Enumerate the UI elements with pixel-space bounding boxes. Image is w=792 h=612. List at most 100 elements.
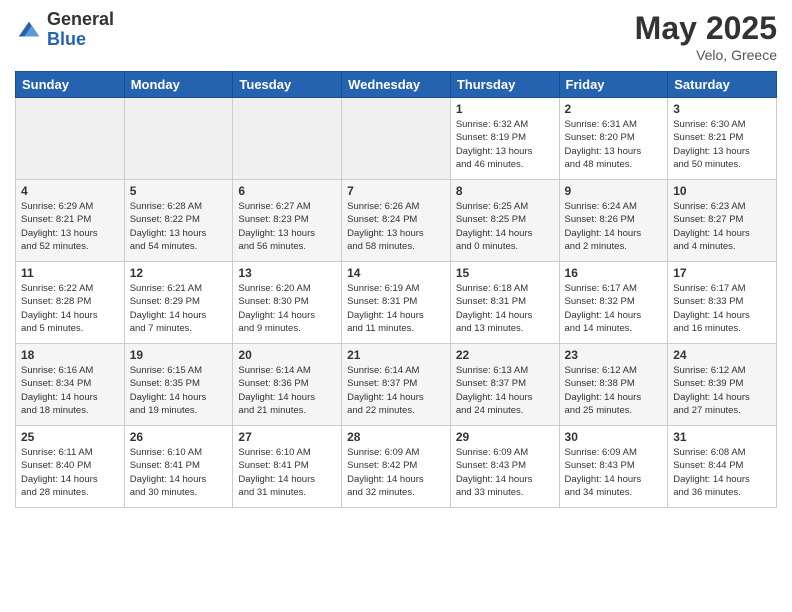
day-info: Sunrise: 6:12 AM Sunset: 8:39 PM Dayligh… — [673, 364, 771, 417]
day-number: 23 — [565, 348, 663, 362]
day-info: Sunrise: 6:31 AM Sunset: 8:20 PM Dayligh… — [565, 118, 663, 171]
calendar-cell: 30Sunrise: 6:09 AM Sunset: 8:43 PM Dayli… — [559, 426, 668, 508]
calendar-cell: 16Sunrise: 6:17 AM Sunset: 8:32 PM Dayli… — [559, 262, 668, 344]
logo-text: General Blue — [47, 10, 114, 50]
calendar-cell: 5Sunrise: 6:28 AM Sunset: 8:22 PM Daylig… — [124, 180, 233, 262]
day-number: 14 — [347, 266, 445, 280]
day-info: Sunrise: 6:08 AM Sunset: 8:44 PM Dayligh… — [673, 446, 771, 499]
day-number: 19 — [130, 348, 228, 362]
day-number: 17 — [673, 266, 771, 280]
day-info: Sunrise: 6:09 AM Sunset: 8:43 PM Dayligh… — [456, 446, 554, 499]
calendar-cell: 1Sunrise: 6:32 AM Sunset: 8:19 PM Daylig… — [450, 98, 559, 180]
day-info: Sunrise: 6:27 AM Sunset: 8:23 PM Dayligh… — [238, 200, 336, 253]
calendar-cell: 2 Sunrise: 6:31 AM Sunset: 8:20 PM Daylig… — [559, 98, 668, 180]
day-number: 11 — [21, 266, 119, 280]
title-block: May 2025 Velo, Greece — [635, 10, 777, 63]
day-number: 24 — [673, 348, 771, 362]
calendar-cell: 11 Sunrise: 6:22 AM Sunset: 8:28 PM Dayli… — [16, 262, 125, 344]
calendar-cell: 29 Sunrise: 6:09 AM Sunset: 8:43 PM Dayli… — [450, 426, 559, 508]
calendar-week-5: 25 Sunrise: 6:11 AM Sunset: 8:40 PM Dayli… — [16, 426, 777, 508]
col-friday: Friday — [559, 72, 668, 98]
day-number: 22 — [456, 348, 554, 362]
day-number: 12 — [130, 266, 228, 280]
day-number: 18 — [21, 348, 119, 362]
day-number: 16 — [565, 266, 663, 280]
header: General Blue May 2025 Velo, Greece — [15, 10, 777, 63]
col-monday: Monday — [124, 72, 233, 98]
calendar-week-3: 11 Sunrise: 6:22 AM Sunset: 8:28 PM Dayli… — [16, 262, 777, 344]
calendar-cell: 27 Sunrise: 6:10 AM Sunset: 8:41 PM Dayli… — [233, 426, 342, 508]
location-subtitle: Velo, Greece — [635, 47, 777, 63]
logo-general-text: General — [47, 10, 114, 30]
calendar-cell: 7Sunrise: 6:26 AM Sunset: 8:24 PM Daylig… — [342, 180, 451, 262]
day-number: 25 — [21, 430, 119, 444]
calendar-cell: 25 Sunrise: 6:11 AM Sunset: 8:40 PM Dayli… — [16, 426, 125, 508]
calendar-cell: 17 Sunrise: 6:17 AM Sunset: 8:33 PM Dayli… — [668, 262, 777, 344]
col-tuesday: Tuesday — [233, 72, 342, 98]
calendar-week-4: 18 Sunrise: 6:16 AM Sunset: 8:34 PM Dayli… — [16, 344, 777, 426]
calendar-cell: 21 Sunrise: 6:14 AM Sunset: 8:37 PM Dayli… — [342, 344, 451, 426]
page: General Blue May 2025 Velo, Greece Sunda… — [0, 0, 792, 612]
day-info: Sunrise: 6:26 AM Sunset: 8:24 PM Dayligh… — [347, 200, 445, 253]
day-number: 4 — [21, 184, 119, 198]
day-number: 3 — [673, 102, 771, 116]
day-info: Sunrise: 6:17 AM Sunset: 8:33 PM Dayligh… — [673, 282, 771, 335]
calendar-cell: 4 Sunrise: 6:29 AM Sunset: 8:21 PM Daylig… — [16, 180, 125, 262]
day-number: 21 — [347, 348, 445, 362]
calendar-cell — [16, 98, 125, 180]
day-info: Sunrise: 6:09 AM Sunset: 8:42 PM Dayligh… — [347, 446, 445, 499]
day-info: Sunrise: 6:28 AM Sunset: 8:22 PM Dayligh… — [130, 200, 228, 253]
day-info: Sunrise: 6:18 AM Sunset: 8:31 PM Dayligh… — [456, 282, 554, 335]
day-number: 2 — [565, 102, 663, 116]
day-number: 1 — [456, 102, 554, 116]
day-info: Sunrise: 6:12 AM Sunset: 8:38 PM Dayligh… — [565, 364, 663, 417]
calendar-cell: 3 Sunrise: 6:30 AM Sunset: 8:21 PM Daylig… — [668, 98, 777, 180]
day-number: 9 — [565, 184, 663, 198]
logo: General Blue — [15, 10, 114, 50]
day-number: 29 — [456, 430, 554, 444]
calendar-cell — [342, 98, 451, 180]
day-number: 8 — [456, 184, 554, 198]
calendar-table: Sunday Monday Tuesday Wednesday Thursday… — [15, 71, 777, 508]
calendar-cell — [124, 98, 233, 180]
day-number: 31 — [673, 430, 771, 444]
day-info: Sunrise: 6:11 AM Sunset: 8:40 PM Dayligh… — [21, 446, 119, 499]
day-info: Sunrise: 6:19 AM Sunset: 8:31 PM Dayligh… — [347, 282, 445, 335]
calendar-cell: 13 Sunrise: 6:20 AM Sunset: 8:30 PM Dayli… — [233, 262, 342, 344]
day-info: Sunrise: 6:10 AM Sunset: 8:41 PM Dayligh… — [130, 446, 228, 499]
calendar-cell: 15 Sunrise: 6:18 AM Sunset: 8:31 PM Dayli… — [450, 262, 559, 344]
day-number: 15 — [456, 266, 554, 280]
calendar-cell: 9 Sunrise: 6:24 AM Sunset: 8:26 PM Daylig… — [559, 180, 668, 262]
day-info: Sunrise: 6:22 AM Sunset: 8:28 PM Dayligh… — [21, 282, 119, 335]
day-info: Sunrise: 6:29 AM Sunset: 8:21 PM Dayligh… — [21, 200, 119, 253]
calendar-cell: 12Sunrise: 6:21 AM Sunset: 8:29 PM Dayli… — [124, 262, 233, 344]
day-number: 27 — [238, 430, 336, 444]
calendar-week-2: 4 Sunrise: 6:29 AM Sunset: 8:21 PM Daylig… — [16, 180, 777, 262]
day-number: 10 — [673, 184, 771, 198]
calendar-cell: 18 Sunrise: 6:16 AM Sunset: 8:34 PM Dayli… — [16, 344, 125, 426]
day-info: Sunrise: 6:16 AM Sunset: 8:34 PM Dayligh… — [21, 364, 119, 417]
day-info: Sunrise: 6:14 AM Sunset: 8:37 PM Dayligh… — [347, 364, 445, 417]
calendar-cell: 6 Sunrise: 6:27 AM Sunset: 8:23 PM Daylig… — [233, 180, 342, 262]
calendar-cell — [233, 98, 342, 180]
col-thursday: Thursday — [450, 72, 559, 98]
day-number: 28 — [347, 430, 445, 444]
day-number: 13 — [238, 266, 336, 280]
day-info: Sunrise: 6:24 AM Sunset: 8:26 PM Dayligh… — [565, 200, 663, 253]
col-sunday: Sunday — [16, 72, 125, 98]
calendar-cell: 10Sunrise: 6:23 AM Sunset: 8:27 PM Dayli… — [668, 180, 777, 262]
day-info: Sunrise: 6:30 AM Sunset: 8:21 PM Dayligh… — [673, 118, 771, 171]
calendar-header-row: Sunday Monday Tuesday Wednesday Thursday… — [16, 72, 777, 98]
day-number: 6 — [238, 184, 336, 198]
calendar-cell: 20Sunrise: 6:14 AM Sunset: 8:36 PM Dayli… — [233, 344, 342, 426]
calendar-cell: 31 Sunrise: 6:08 AM Sunset: 8:44 PM Dayli… — [668, 426, 777, 508]
col-saturday: Saturday — [668, 72, 777, 98]
logo-icon — [15, 16, 43, 44]
day-info: Sunrise: 6:13 AM Sunset: 8:37 PM Dayligh… — [456, 364, 554, 417]
day-info: Sunrise: 6:10 AM Sunset: 8:41 PM Dayligh… — [238, 446, 336, 499]
day-info: Sunrise: 6:20 AM Sunset: 8:30 PM Dayligh… — [238, 282, 336, 335]
calendar-cell: 19Sunrise: 6:15 AM Sunset: 8:35 PM Dayli… — [124, 344, 233, 426]
calendar-cell: 26Sunrise: 6:10 AM Sunset: 8:41 PM Dayli… — [124, 426, 233, 508]
day-info: Sunrise: 6:09 AM Sunset: 8:43 PM Dayligh… — [565, 446, 663, 499]
calendar-cell: 23 Sunrise: 6:12 AM Sunset: 8:38 PM Dayli… — [559, 344, 668, 426]
